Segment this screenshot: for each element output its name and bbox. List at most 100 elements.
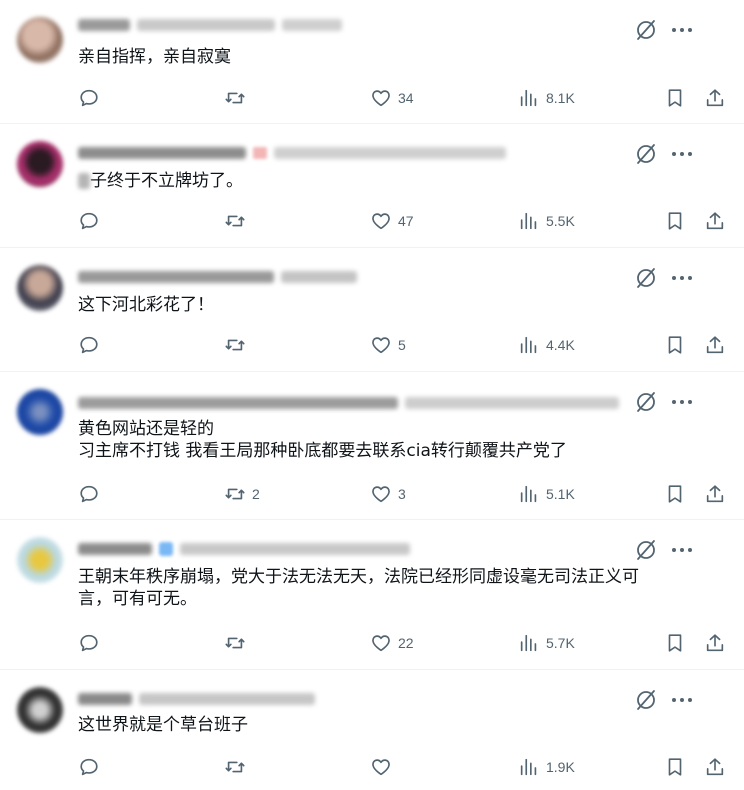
- bookmark-icon: [668, 89, 682, 107]
- reply-icon: [80, 212, 98, 230]
- share-button[interactable]: [704, 86, 726, 110]
- author-line[interactable]: [78, 146, 506, 160]
- tweet-actions: 22 5.7K: [78, 631, 738, 655]
- tweet-text-line: 黄色网站还是轻的: [78, 419, 214, 439]
- avatar[interactable]: [17, 265, 63, 311]
- tweet-text: 亲自指挥，亲自寂寞: [78, 46, 231, 68]
- author-line[interactable]: [78, 542, 410, 556]
- avatar[interactable]: [17, 389, 63, 435]
- views-button[interactable]: 1.9K: [518, 755, 575, 779]
- like-count: 3: [398, 486, 406, 502]
- author-line[interactable]: [78, 270, 357, 284]
- author-line[interactable]: [78, 692, 315, 706]
- views-button[interactable]: 5.5K: [518, 209, 575, 233]
- like-button[interactable]: 47: [370, 209, 414, 233]
- like-count: 5: [398, 337, 406, 353]
- tweet-text: 王朝末年秩序崩塌，党大于法无法无天，法院已经形同虚设毫无司法正义可 言，可有可无…: [78, 566, 639, 610]
- avatar[interactable]: [17, 141, 63, 187]
- heart-icon: [372, 337, 390, 354]
- tweet-actions: 1.9K: [78, 755, 738, 779]
- retweet-icon: [225, 215, 245, 227]
- retweet-button[interactable]: [224, 209, 252, 233]
- views-count: 5.7K: [546, 635, 575, 651]
- tweet-actions: 2 3 5.1K: [78, 482, 738, 506]
- author-line[interactable]: [78, 396, 619, 410]
- views-button[interactable]: 5.1K: [518, 482, 575, 506]
- views-icon: [520, 485, 537, 503]
- views-icon: [520, 634, 537, 652]
- share-button[interactable]: [704, 631, 726, 655]
- grok-icon[interactable]: [634, 538, 658, 562]
- share-button[interactable]: [704, 209, 726, 233]
- like-button[interactable]: 3: [370, 482, 406, 506]
- tweet[interactable]: 子终于不立牌坊了。 47 5.5K: [0, 124, 744, 248]
- views-button[interactable]: 4.4K: [518, 333, 575, 357]
- tweet[interactable]: 这下河北彩花了！ 5 4.4K: [0, 248, 744, 372]
- more-icon[interactable]: [668, 266, 696, 290]
- grok-icon[interactable]: [634, 18, 658, 42]
- author-line[interactable]: [78, 18, 342, 32]
- grok-icon[interactable]: [634, 390, 658, 414]
- tweet-top-icons: [634, 390, 744, 414]
- retweet-icon: [225, 761, 245, 773]
- reply-button[interactable]: [78, 209, 106, 233]
- avatar[interactable]: [17, 17, 63, 63]
- heart-icon: [372, 90, 390, 107]
- tweet[interactable]: 王朝末年秩序崩塌，党大于法无法无天，法院已经形同虚设毫无司法正义可 言，可有可无…: [0, 520, 744, 670]
- tweet[interactable]: 亲自指挥，亲自寂寞 34 8.1K: [0, 0, 744, 124]
- views-button[interactable]: 5.7K: [518, 631, 575, 655]
- reply-button[interactable]: [78, 631, 106, 655]
- views-button[interactable]: 8.1K: [518, 86, 575, 110]
- share-button[interactable]: [704, 333, 726, 357]
- more-icon[interactable]: [668, 390, 696, 414]
- tweet-text-line: 这世界就是个草台班子: [78, 715, 248, 735]
- grok-icon[interactable]: [634, 688, 658, 712]
- tweet-top-icons: [634, 142, 744, 166]
- bookmark-button[interactable]: [664, 86, 686, 110]
- share-button[interactable]: [704, 482, 726, 506]
- retweet-button[interactable]: [224, 755, 252, 779]
- heart-icon: [372, 635, 390, 652]
- tweet-text-line: 这下河北彩花了！: [78, 295, 214, 315]
- views-icon: [520, 336, 537, 354]
- reply-button[interactable]: [78, 86, 106, 110]
- like-count: 47: [398, 213, 414, 229]
- more-icon[interactable]: [668, 142, 696, 166]
- grok-icon[interactable]: [634, 142, 658, 166]
- grok-icon[interactable]: [634, 266, 658, 290]
- like-button[interactable]: 22: [370, 631, 414, 655]
- more-icon[interactable]: [668, 538, 696, 562]
- reply-button[interactable]: [78, 755, 106, 779]
- more-icon[interactable]: [668, 18, 696, 42]
- like-count: 22: [398, 635, 414, 651]
- tweet-top-icons: [634, 538, 744, 562]
- bookmark-button[interactable]: [664, 482, 686, 506]
- reply-icon: [80, 758, 98, 776]
- share-button[interactable]: [704, 755, 726, 779]
- bookmark-button[interactable]: [664, 755, 686, 779]
- retweet-button[interactable]: [224, 631, 252, 655]
- tweet[interactable]: 这世界就是个草台班子 1.9K: [0, 670, 744, 790]
- like-button[interactable]: 34: [370, 86, 414, 110]
- bookmark-icon: [668, 212, 682, 230]
- retweet-button[interactable]: [224, 333, 252, 357]
- reply-button[interactable]: [78, 333, 106, 357]
- avatar[interactable]: [17, 537, 63, 583]
- retweet-button[interactable]: 2: [224, 482, 260, 506]
- retweet-button[interactable]: [224, 86, 252, 110]
- bookmark-button[interactable]: [664, 209, 686, 233]
- tweet[interactable]: 黄色网站还是轻的 习主席不打钱 我看王局那种卧底都要去联系cia转行颠覆共产党了…: [0, 372, 744, 520]
- views-count: 8.1K: [546, 90, 575, 106]
- like-button[interactable]: [370, 755, 398, 779]
- like-button[interactable]: 5: [370, 333, 406, 357]
- avatar[interactable]: [17, 687, 63, 733]
- bookmark-button[interactable]: [664, 631, 686, 655]
- bookmark-button[interactable]: [664, 333, 686, 357]
- bookmark-icon: [668, 336, 682, 354]
- heart-icon: [372, 759, 390, 776]
- share-icon: [706, 758, 724, 776]
- views-count: 4.4K: [546, 337, 575, 353]
- views-icon: [520, 758, 537, 776]
- reply-button[interactable]: [78, 482, 106, 506]
- more-icon[interactable]: [668, 688, 696, 712]
